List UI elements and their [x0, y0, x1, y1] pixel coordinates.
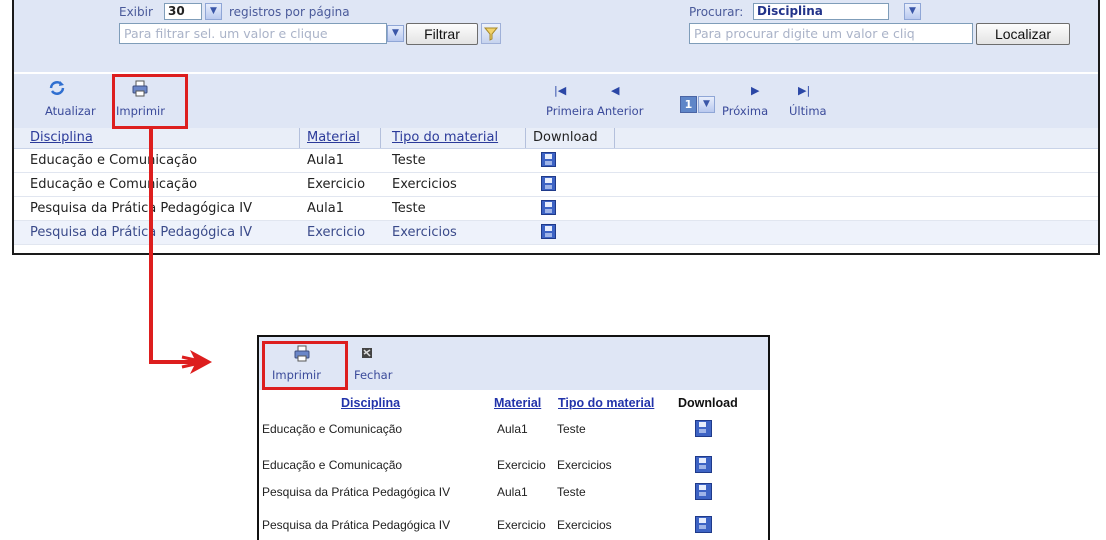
cell-tipo: Teste — [392, 201, 426, 216]
save-icon[interactable] — [695, 420, 712, 437]
chevron-down-icon[interactable]: ▼ — [387, 25, 404, 42]
column-divider — [299, 128, 300, 148]
previous-page-label[interactable]: Anterior — [597, 104, 643, 118]
first-page-label[interactable]: Primeira — [546, 104, 594, 118]
per-page-select[interactable]: 30 — [164, 3, 202, 20]
last-page-icon[interactable]: ▶| — [798, 84, 810, 97]
first-page-icon[interactable]: |◀ — [554, 84, 566, 97]
chevron-down-icon[interactable]: ▼ — [698, 96, 715, 113]
save-icon[interactable] — [695, 483, 712, 500]
arrow-connector — [149, 128, 212, 374]
column-divider — [525, 128, 526, 148]
column-header-tipo[interactable]: Tipo do material — [558, 396, 654, 410]
cell-material: Aula1 — [497, 485, 528, 499]
save-icon[interactable] — [541, 176, 556, 191]
cell-tipo: Teste — [392, 153, 426, 168]
refresh-icon — [49, 81, 65, 95]
table-row[interactable]: Educação e Comunicação Exercicio Exercic… — [259, 451, 768, 477]
search-label: Procurar: — [689, 5, 744, 19]
save-icon[interactable] — [541, 224, 556, 239]
print-highlight-box — [262, 341, 348, 390]
cell-disciplina: Pesquisa da Prática Pedagógica IV — [262, 518, 451, 532]
search-field-select[interactable]: Disciplina — [753, 3, 889, 20]
table-row[interactable]: Educação e Comunicação Aula1 Teste — [259, 415, 768, 441]
cell-tipo: Exercicios — [557, 458, 612, 472]
search-input[interactable]: Para procurar digite um valor e cliq — [689, 23, 973, 44]
save-icon[interactable] — [695, 516, 712, 533]
cell-disciplina: Educação e Comunicação — [262, 458, 403, 472]
per-page-value: 30 — [168, 4, 185, 18]
column-divider — [614, 128, 615, 148]
column-header-tipo[interactable]: Tipo do material — [392, 130, 498, 145]
page-value: 1 — [680, 96, 697, 113]
refresh-button[interactable]: Atualizar — [32, 77, 96, 121]
cell-tipo: Exercicios — [392, 177, 457, 192]
column-header-download: Download — [678, 396, 738, 410]
previous-page-icon[interactable]: ◀ — [611, 84, 619, 97]
funnel-icon[interactable] — [481, 23, 501, 44]
cell-material: Exercicio — [307, 177, 366, 192]
chevron-down-icon[interactable]: ▼ — [205, 3, 222, 20]
column-header-disciplina[interactable]: Disciplina — [30, 130, 93, 145]
cell-material: Exercicio — [497, 458, 546, 472]
column-header-download: Download — [533, 130, 598, 145]
filter-bar: Exibir 30 ▼ registros por página Para fi… — [14, 0, 1098, 72]
refresh-label: Atualizar — [45, 104, 96, 118]
search-field-value: Disciplina — [757, 4, 823, 18]
close-icon — [362, 348, 372, 358]
close-label: Fechar — [354, 368, 393, 382]
print-highlight-box — [112, 74, 188, 129]
per-page-suffix: registros por página — [229, 5, 350, 19]
save-icon[interactable] — [541, 152, 556, 167]
chevron-down-icon[interactable]: ▼ — [904, 3, 921, 20]
page-select[interactable]: 1 ▼ — [680, 96, 718, 113]
cell-tipo: Teste — [557, 485, 586, 499]
column-divider — [380, 128, 381, 148]
cell-material: Aula1 — [497, 422, 528, 436]
cell-tipo: Teste — [557, 422, 586, 436]
cell-tipo: Exercicios — [557, 518, 612, 532]
next-page-icon[interactable]: ▶ — [751, 84, 759, 97]
cell-material: Aula1 — [307, 201, 344, 216]
filter-button[interactable]: Filtrar — [406, 23, 478, 45]
table-row[interactable]: Pesquisa da Prática Pedagógica IV Aula1 … — [259, 478, 768, 504]
next-page-label[interactable]: Próxima — [722, 104, 768, 118]
cell-disciplina: Pesquisa da Prática Pedagógica IV — [262, 485, 451, 499]
cell-material: Aula1 — [307, 153, 344, 168]
locate-button[interactable]: Localizar — [976, 23, 1070, 45]
close-button[interactable]: Fechar — [349, 341, 399, 385]
save-icon[interactable] — [541, 200, 556, 215]
last-page-label[interactable]: Última — [789, 104, 827, 118]
cell-tipo: Exercicios — [392, 225, 457, 240]
save-icon[interactable] — [695, 456, 712, 473]
cell-material: Exercicio — [307, 225, 366, 240]
filter-input[interactable]: Para filtrar sel. um valor e clique — [119, 23, 387, 44]
column-header-material[interactable]: Material — [494, 396, 541, 410]
column-header-disciplina[interactable]: Disciplina — [341, 396, 400, 410]
column-header-material[interactable]: Material — [307, 130, 360, 145]
cell-material: Exercicio — [497, 518, 546, 532]
cell-disciplina: Educação e Comunicação — [262, 422, 403, 436]
table-row[interactable]: Pesquisa da Prática Pedagógica IV Exerci… — [259, 511, 768, 537]
show-label: Exibir — [119, 5, 153, 19]
